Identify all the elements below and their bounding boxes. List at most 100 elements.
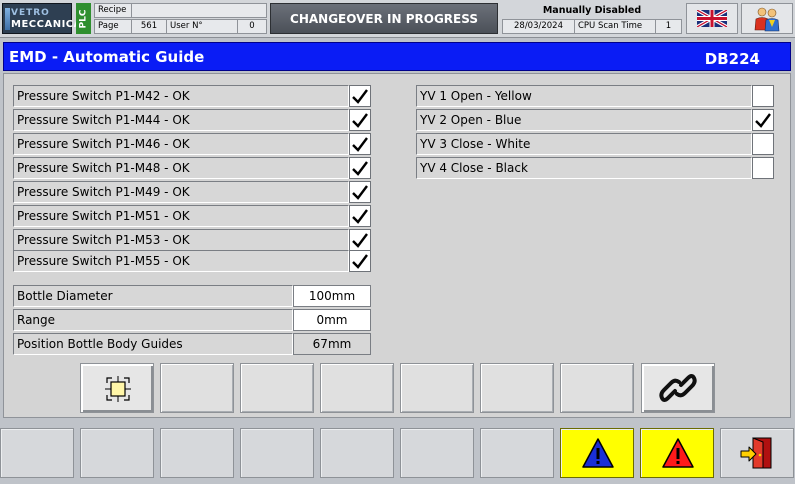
cpu-scan-value: 1 <box>655 19 682 34</box>
recipe-label: Recipe <box>94 3 132 18</box>
target-frame-button[interactable] <box>80 363 154 413</box>
page-title-bar: EMD - Automatic Guide DB224 <box>3 42 791 71</box>
pressure-switch-checkbox <box>349 109 371 131</box>
page-label: Page <box>94 19 132 34</box>
exit-door-icon <box>740 437 772 469</box>
pressure-switch-checkbox <box>349 181 371 203</box>
pressure-switch-label: Pressure Switch P1-M48 - OK <box>13 157 349 179</box>
footer-key-5[interactable] <box>320 428 394 478</box>
position-guides-label: Position Bottle Body Guides <box>13 333 293 355</box>
valve-row: YV 2 Open - Blue <box>416 109 776 131</box>
recipe-value <box>131 3 267 18</box>
footer-key-7[interactable] <box>480 428 554 478</box>
warnings-button[interactable] <box>560 428 634 478</box>
pressure-switch-row: Pressure Switch P1-M46 - OK <box>13 133 373 155</box>
valve-row: YV 1 Open - Yellow <box>416 85 776 107</box>
bottle-diameter-label: Bottle Diameter <box>13 285 293 307</box>
status-banner: CHANGEOVER IN PROGRESS <box>270 3 498 34</box>
pressure-switch-label: Pressure Switch P1-M44 - OK <box>13 109 349 131</box>
pressure-switch-checkbox <box>349 133 371 155</box>
pressure-switch-label: Pressure Switch P1-M46 - OK <box>13 133 349 155</box>
valve-row: YV 4 Close - Black <box>416 157 776 179</box>
pressure-switch-checkbox <box>349 229 371 251</box>
pressure-switch-row: Pressure Switch P1-M51 - OK <box>13 205 373 227</box>
position-guides-row: Position Bottle Body Guides 67mm <box>13 333 373 355</box>
manual-status: Manually Disabled <box>542 5 642 16</box>
check-icon <box>352 185 368 200</box>
footer-key-2[interactable] <box>80 428 154 478</box>
pressure-switch-row: Pressure Switch P1-M42 - OK <box>13 85 373 107</box>
valve-label: YV 4 Close - Black <box>416 157 752 179</box>
language-button[interactable] <box>686 3 738 34</box>
footer-key-6[interactable] <box>400 428 474 478</box>
valve-row: YV 3 Close - White <box>416 133 776 155</box>
valve-checkbox <box>752 133 774 155</box>
pressure-switch-label: Pressure Switch P1-M42 - OK <box>13 85 349 107</box>
function-key-6[interactable] <box>480 363 554 413</box>
pressure-switch-label: Pressure Switch P1-M55 - OK <box>13 250 349 272</box>
pressure-switch-row: Pressure Switch P1-M55 - OK <box>13 250 373 272</box>
header-bar: VETRO MECCANICA PLC Recipe Page 561 User… <box>0 0 795 38</box>
page-title: EMD - Automatic Guide <box>9 48 205 66</box>
uk-flag-icon <box>697 10 727 27</box>
pressure-switch-label: Pressure Switch P1-M53 - OK <box>13 229 349 251</box>
pressure-switch-checkbox <box>349 250 371 272</box>
pressure-switch-checkbox <box>349 85 371 107</box>
users-button[interactable] <box>741 3 793 34</box>
function-key-7[interactable] <box>560 363 634 413</box>
users-icon <box>754 7 780 31</box>
warning-red-icon <box>662 438 694 468</box>
logo-line1: VETRO <box>11 8 50 18</box>
valve-checkbox <box>752 157 774 179</box>
chain-link-icon <box>659 374 697 402</box>
exit-button[interactable] <box>720 428 794 478</box>
check-icon <box>352 233 368 248</box>
pressure-switch-label: Pressure Switch P1-M51 - OK <box>13 205 349 227</box>
pressure-switch-checkbox <box>349 205 371 227</box>
check-icon <box>352 161 368 176</box>
bottle-diameter-row: Bottle Diameter 100mm <box>13 285 373 307</box>
db-number: DB224 <box>704 50 760 68</box>
plc-indicator: PLC <box>76 3 91 34</box>
valve-label: YV 2 Open - Blue <box>416 109 752 131</box>
date-display: 28/03/2024 <box>502 19 575 34</box>
bottle-diameter-value[interactable]: 100mm <box>293 285 371 307</box>
pressure-switch-row: Pressure Switch P1-M48 - OK <box>13 157 373 179</box>
check-icon <box>352 209 368 224</box>
valve-checkbox <box>752 109 774 131</box>
range-row: Range 0mm <box>13 309 373 331</box>
valve-checkbox <box>752 85 774 107</box>
alarms-button[interactable] <box>640 428 714 478</box>
warning-blue-icon <box>582 438 614 468</box>
check-icon <box>352 89 368 104</box>
valve-label: YV 1 Open - Yellow <box>416 85 752 107</box>
user-label: User N° <box>166 19 238 34</box>
position-guides-value: 67mm <box>293 333 371 355</box>
link-button[interactable] <box>641 363 715 413</box>
check-icon <box>352 137 368 152</box>
pressure-switch-checkbox <box>349 157 371 179</box>
check-icon <box>755 113 771 128</box>
check-icon <box>352 113 368 128</box>
valve-label: YV 3 Close - White <box>416 133 752 155</box>
function-key-2[interactable] <box>160 363 234 413</box>
check-icon <box>352 254 368 269</box>
pressure-switch-row: Pressure Switch P1-M49 - OK <box>13 181 373 203</box>
function-key-4[interactable] <box>320 363 394 413</box>
pressure-switch-row: Pressure Switch P1-M53 - OK <box>13 229 373 251</box>
footer-key-3[interactable] <box>160 428 234 478</box>
footer-bar <box>0 422 795 484</box>
function-key-3[interactable] <box>240 363 314 413</box>
function-key-5[interactable] <box>400 363 474 413</box>
target-frame-icon <box>105 376 131 402</box>
range-value[interactable]: 0mm <box>293 309 371 331</box>
footer-key-1[interactable] <box>0 428 74 478</box>
main-panel: Pressure Switch P1-M42 - OK Pressure Swi… <box>3 73 791 418</box>
company-logo: VETRO MECCANICA <box>2 3 81 34</box>
pressure-switch-row: Pressure Switch P1-M44 - OK <box>13 109 373 131</box>
footer-key-4[interactable] <box>240 428 314 478</box>
logo-line2: MECCANICA <box>11 19 82 30</box>
range-label: Range <box>13 309 293 331</box>
pressure-switch-label: Pressure Switch P1-M49 - OK <box>13 181 349 203</box>
page-value: 561 <box>131 19 167 34</box>
